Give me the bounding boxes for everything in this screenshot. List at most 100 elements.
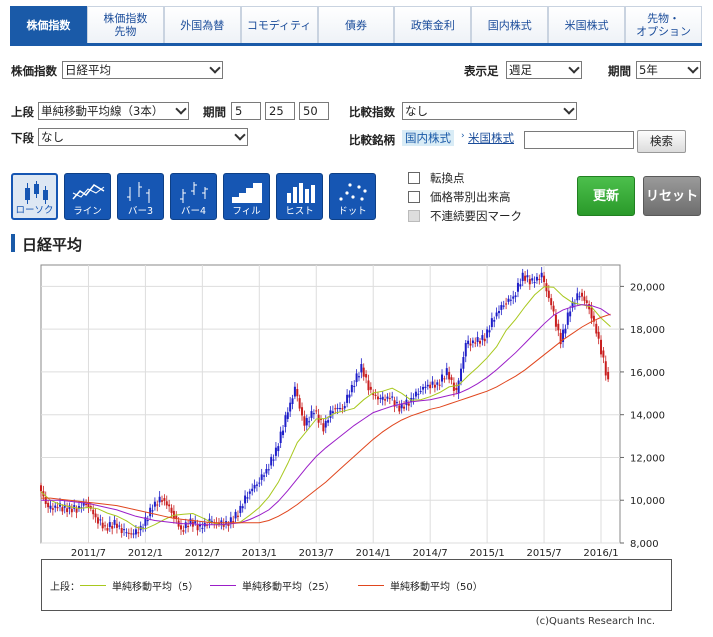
- candle-body: [234, 511, 237, 519]
- candle-body: [583, 296, 586, 301]
- candle-body: [533, 282, 536, 284]
- candle-body: [348, 394, 351, 398]
- period-select[interactable]: 5年: [636, 61, 701, 79]
- candle-body: [94, 513, 97, 518]
- chart-type-line-chart[interactable]: ライン: [64, 173, 111, 220]
- option-label-1: 価格帯別出来高: [430, 190, 511, 204]
- term-input-1[interactable]: 5: [231, 102, 261, 120]
- candle-body: [232, 521, 235, 523]
- candle-body: [189, 518, 192, 524]
- search-button[interactable]: 検索: [637, 130, 686, 153]
- candle-body: [260, 474, 263, 480]
- candle-body: [585, 300, 588, 304]
- term-input-2[interactable]: 25: [265, 102, 295, 120]
- update-button[interactable]: 更新: [577, 176, 635, 216]
- candle-body: [497, 311, 500, 314]
- tab-0[interactable]: 株価指数: [10, 6, 87, 43]
- candle-body: [113, 519, 116, 525]
- chart-type-bar4[interactable]: バー4: [170, 173, 217, 220]
- chart-type-candlestick[interactable]: ローソク: [11, 173, 58, 220]
- reset-button[interactable]: リセット: [643, 176, 701, 216]
- tab-6[interactable]: 国内株式: [471, 6, 549, 43]
- lower-select-value: なし: [41, 130, 64, 144]
- chart-type-label: ヒスト: [285, 206, 314, 217]
- candle-body: [246, 497, 249, 499]
- compare-index-select[interactable]: なし: [402, 102, 577, 120]
- chart-type-bar3[interactable]: バー3: [117, 173, 164, 220]
- candle-body: [49, 505, 52, 509]
- candle-body: [298, 398, 301, 409]
- x-tick-label: 2014/1: [356, 548, 391, 559]
- candle-body: [279, 431, 282, 444]
- option-checkbox-0[interactable]: [408, 172, 420, 184]
- option-label-0: 転換点: [430, 171, 465, 185]
- tab-2[interactable]: 外国為替: [163, 6, 241, 43]
- candle-body: [158, 496, 161, 503]
- candle-body: [270, 456, 273, 466]
- upper-label: 上段: [11, 105, 34, 119]
- tab-7[interactable]: 米国株式: [548, 6, 626, 43]
- candle-body: [452, 382, 455, 391]
- chart-legend: 上段： 単純移動平均（5） 単純移動平均（25） 単純移動平均（50）: [41, 559, 672, 611]
- term-input-3[interactable]: 50: [299, 102, 329, 120]
- candle-body: [512, 296, 515, 299]
- compare-index-value: なし: [405, 104, 428, 118]
- candle-body: [557, 323, 560, 331]
- chart-type-dot-chart[interactable]: ドット: [329, 173, 376, 220]
- tab-1[interactable]: 株価指数 先物: [86, 6, 164, 43]
- candle-body: [367, 380, 370, 391]
- candle-body: [462, 357, 465, 369]
- fill-chart-icon: [232, 183, 262, 203]
- candle-body: [187, 525, 190, 528]
- candle-body: [165, 501, 168, 506]
- display-select[interactable]: 週足: [506, 61, 582, 79]
- candle-body: [293, 386, 296, 397]
- candle-body: [130, 533, 133, 535]
- candle-body: [516, 282, 519, 292]
- candle-body: [445, 368, 448, 376]
- chart-type-histogram[interactable]: ヒスト: [276, 173, 323, 220]
- upper-select[interactable]: 単純移動平均線（3本）: [38, 102, 189, 120]
- candle-body: [338, 408, 341, 410]
- lower-select[interactable]: なし: [38, 128, 248, 146]
- tab-3[interactable]: コモディティ: [240, 6, 318, 43]
- x-tick-label: 2016/1: [583, 548, 618, 559]
- candle-body: [301, 407, 304, 416]
- candle-body: [151, 510, 154, 512]
- legend-item-ma25: 単純移動平均（25）: [210, 578, 335, 593]
- candle-body: [265, 468, 268, 474]
- candle-body: [134, 529, 137, 535]
- candle-body: [521, 272, 524, 282]
- candle-body: [526, 275, 529, 278]
- candle-body: [519, 284, 522, 287]
- candle-body: [194, 521, 197, 524]
- candle-body: [369, 386, 372, 390]
- candle-body: [422, 386, 425, 390]
- index-select[interactable]: 日経平均: [62, 61, 223, 79]
- option-checkbox-1[interactable]: [408, 191, 420, 203]
- candle-body: [324, 420, 327, 428]
- candle-body: [104, 525, 107, 527]
- compare-tab-us[interactable]: 米国株式: [465, 130, 517, 146]
- period-label: 期間: [608, 64, 631, 78]
- candle-body: [578, 296, 581, 298]
- x-tick-label: 2015/7: [526, 548, 561, 559]
- candle-body: [66, 508, 69, 513]
- candle-body: [391, 396, 394, 398]
- candle-body: [127, 532, 130, 534]
- tab-8[interactable]: 先物・ オプション: [625, 6, 703, 43]
- tab-4[interactable]: 債券: [317, 6, 395, 43]
- candle-body: [161, 500, 164, 502]
- search-input[interactable]: [524, 131, 634, 149]
- candle-body: [528, 278, 531, 285]
- tab-5[interactable]: 政策金利: [394, 6, 472, 43]
- candle-body: [469, 343, 472, 346]
- candle-body: [360, 364, 363, 373]
- chevron-down-icon: [687, 62, 699, 74]
- period-select-value: 5年: [639, 63, 658, 77]
- candle-body: [274, 447, 277, 456]
- compare-tab-domestic[interactable]: 国内株式: [402, 130, 454, 146]
- candle-body: [149, 507, 152, 517]
- chart-type-fill-chart[interactable]: フィル: [223, 173, 270, 220]
- compare-index-label: 比較指数: [349, 105, 395, 119]
